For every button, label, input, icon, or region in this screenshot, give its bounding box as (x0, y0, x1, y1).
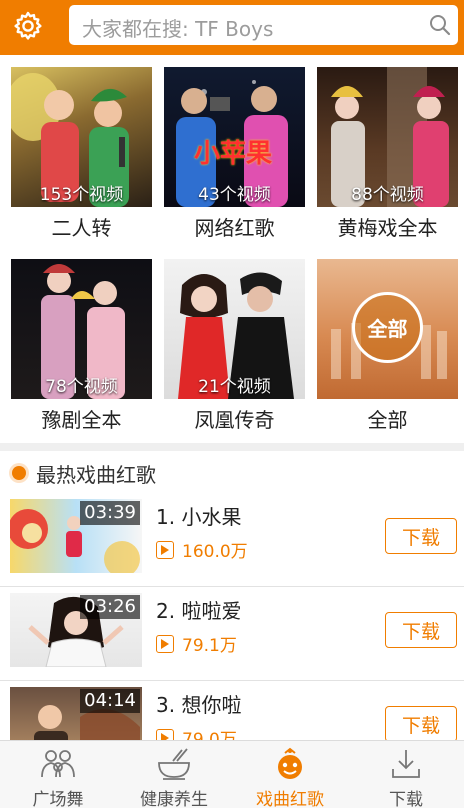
top-bar: 大家都在搜: TF Boys (0, 0, 464, 55)
bullet-dot-icon (12, 466, 26, 480)
category-thumbnail: 78个视频 (11, 259, 152, 399)
tab-square-dance[interactable]: 广场舞 (0, 741, 116, 808)
category-thumbnail: 小苹果 43个视频 (164, 67, 305, 207)
play-icon (156, 634, 174, 653)
video-count: 43个视频 (198, 185, 271, 205)
play-count-text: 160.0万 (182, 542, 248, 562)
tab-download[interactable]: 下载 (348, 741, 464, 808)
section-title: 最热戏曲红歌 (36, 463, 156, 487)
tab-opera-songs[interactable]: 戏曲红歌 (232, 741, 348, 808)
play-count: 79.0万 (156, 725, 237, 740)
tab-health[interactable]: 健康养生 (116, 741, 232, 808)
tab-label: 广场舞 (32, 790, 84, 808)
category-tile-huangmei-opera[interactable]: 88个视频 黄梅戏全本 (317, 67, 458, 249)
category-tile-yu-opera[interactable]: 78个视频 豫剧全本 (11, 259, 152, 441)
song-list: 03:39 1. 小水果 160.0万 下载 03:26 2. 啦啦爱 79.1… (0, 493, 464, 740)
play-count: 79.1万 (156, 631, 237, 656)
thumbnail-overlay-text: 小苹果 (194, 139, 273, 169)
category-tile-phoenix-legend[interactable]: 21个视频 凤凰传奇 (164, 259, 305, 441)
song-thumbnail: 03:39 (10, 499, 142, 573)
search-box[interactable]: 大家都在搜: TF Boys (69, 5, 458, 45)
song-thumbnail: 04:14 (10, 687, 142, 740)
category-tile-all[interactable]: 全部 全部 (317, 259, 458, 441)
list-item[interactable]: 04:14 3. 想你啦 79.0万 下载 (0, 681, 464, 740)
tab-label: 健康养生 (140, 790, 208, 808)
category-grid: 153个视频 二人转 小苹果 43个视频 网络红歌 88个视频 黄梅戏全本 78… (0, 55, 464, 443)
song-title: 1. 小水果 (156, 505, 242, 529)
category-label: 凤凰传奇 (194, 408, 275, 432)
play-icon (156, 728, 174, 740)
search-icon[interactable] (428, 13, 452, 37)
play-icon (156, 540, 174, 559)
category-thumbnail: 全部 (317, 259, 458, 399)
category-label: 豫剧全本 (41, 408, 122, 432)
download-button[interactable]: 下载 (385, 518, 457, 554)
search-placeholder: 大家都在搜: TF Boys (82, 17, 274, 41)
tab-label: 下载 (389, 790, 423, 808)
song-title: 3. 想你啦 (156, 693, 242, 717)
settings-gear-icon[interactable] (10, 8, 46, 44)
list-item[interactable]: 03:26 2. 啦啦爱 79.1万 下载 (0, 587, 464, 681)
video-count: 88个视频 (351, 185, 424, 205)
video-count: 153个视频 (39, 185, 124, 205)
all-categories-badge: 全部 (352, 292, 423, 363)
video-count: 78个视频 (45, 377, 118, 397)
bottom-navigation: 广场舞 健康养生 戏曲红歌 下载 (0, 740, 464, 808)
song-thumbnail: 03:26 (10, 593, 142, 667)
section-header: 最热戏曲红歌 (0, 451, 464, 493)
play-count-text: 79.1万 (182, 636, 237, 656)
download-icon (392, 750, 420, 778)
video-duration: 03:39 (80, 501, 140, 525)
category-thumbnail: 88个视频 (317, 67, 458, 207)
play-count-text: 79.0万 (182, 730, 237, 740)
category-label: 全部 (367, 408, 408, 432)
play-count: 160.0万 (156, 537, 248, 562)
category-thumbnail: 21个视频 (164, 259, 305, 399)
category-thumbnail: 153个视频 (11, 67, 152, 207)
dancers-icon (41, 750, 75, 778)
section-divider (0, 443, 464, 451)
category-label: 二人转 (51, 216, 112, 240)
video-duration: 04:14 (80, 689, 140, 713)
video-duration: 03:26 (80, 595, 140, 619)
app-screen: 大家都在搜: TF Boys 153个视频 二人转 小苹果 43个视频 网络红歌… (0, 0, 464, 808)
tab-label: 戏曲红歌 (256, 790, 324, 808)
download-button[interactable]: 下载 (385, 612, 457, 648)
category-tile-hot-songs[interactable]: 小苹果 43个视频 网络红歌 (164, 67, 305, 249)
video-count: 21个视频 (198, 377, 271, 397)
opera-mask-icon (278, 747, 302, 779)
category-label: 网络红歌 (194, 216, 275, 240)
list-item[interactable]: 03:39 1. 小水果 160.0万 下载 (0, 493, 464, 587)
download-button[interactable]: 下载 (385, 706, 457, 740)
category-tile-errenzhuan[interactable]: 153个视频 二人转 (11, 67, 152, 249)
bowl-icon (158, 748, 190, 780)
song-title: 2. 啦啦爱 (156, 599, 242, 623)
category-label: 黄梅戏全本 (337, 216, 438, 240)
